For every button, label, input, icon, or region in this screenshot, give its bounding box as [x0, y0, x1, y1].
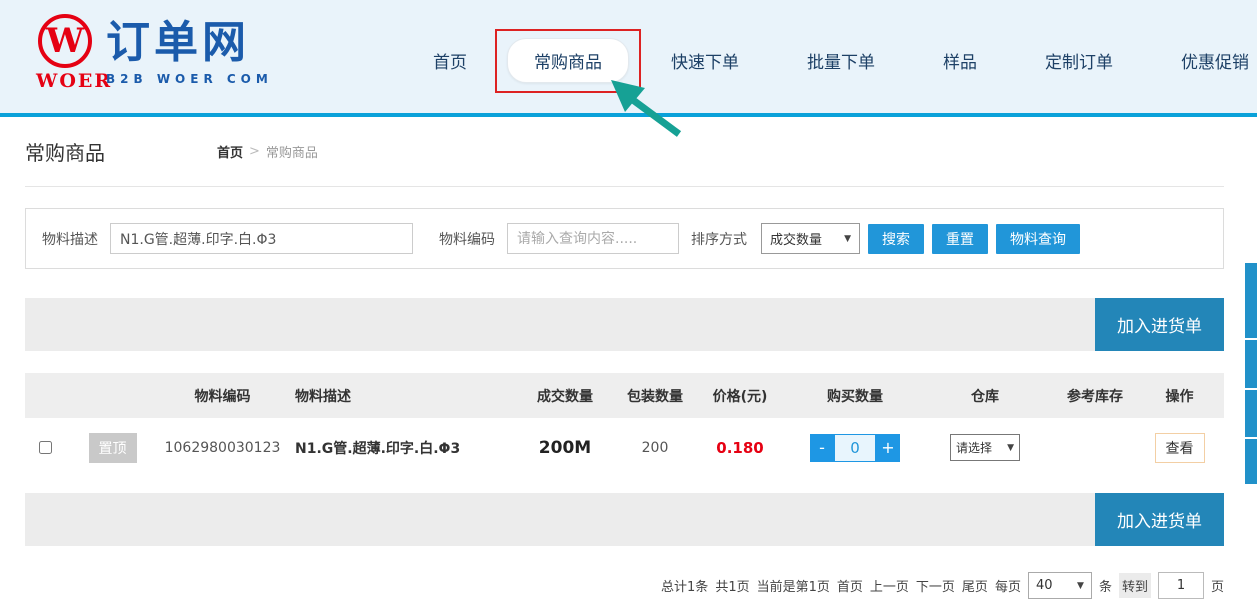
cell-deal-qty: 200M [505, 438, 625, 458]
site-name: 订单网 [106, 18, 273, 69]
header-material-code: 物料编码 [160, 386, 285, 406]
search-button[interactable]: 搜索 [868, 224, 924, 254]
nav-item-custom-order[interactable]: 定制订单 [1045, 48, 1113, 73]
nav-item-batch-order[interactable]: 批量下单 [807, 48, 875, 73]
cell-pack-qty: 200 [625, 440, 685, 456]
header-buy-qty: 购买数量 [795, 386, 915, 406]
pagination-last-link[interactable]: 尾页 [962, 576, 988, 595]
material-desc-input[interactable] [110, 223, 413, 254]
nav-item-frequent-products[interactable]: 常购商品 [507, 38, 629, 83]
goto-page-unit: 页 [1211, 576, 1224, 595]
material-query-button[interactable]: 物料查询 [996, 224, 1080, 254]
breadcrumb-home-link[interactable]: 首页 [217, 142, 243, 161]
main-nav: 首页 常购商品 快速下单 批量下单 样品 定制订单 优惠促销 [433, 38, 1249, 83]
cell-material-desc: N1.G管.超薄.印字.白.Φ3 [285, 438, 505, 458]
sort-by-value: 成交数量 [770, 229, 822, 248]
chevron-down-icon: ▼ [1077, 581, 1084, 591]
per-page-label: 每页 [995, 576, 1021, 595]
goto-page-label: 转到 [1119, 573, 1151, 598]
add-to-purchase-order-button-top[interactable]: 加入进货单 [1095, 298, 1224, 351]
quantity-decrease-button[interactable]: - [810, 434, 834, 462]
goto-page-input[interactable] [1158, 572, 1204, 599]
table-header-row: 物料编码 物料描述 成交数量 包装数量 价格(元) 购买数量 仓库 参考库存 操… [25, 373, 1224, 418]
quantity-value[interactable]: 0 [834, 434, 876, 462]
nav-item-promotions[interactable]: 优惠促销 [1181, 48, 1249, 73]
material-desc-label: 物料描述 [42, 229, 98, 249]
breadcrumb-current: 常购商品 [266, 142, 318, 161]
logo-word: WOER [36, 70, 94, 92]
floating-sidebar-tab[interactable] [1245, 263, 1257, 338]
quantity-increase-button[interactable]: + [876, 434, 900, 462]
page-title: 常购商品 [25, 137, 105, 166]
row-checkbox[interactable] [39, 441, 52, 454]
floating-sidebar [1245, 263, 1257, 484]
brand-logo[interactable]: W WOER 订单网 B2B WOER COM [36, 12, 273, 92]
nav-item-quick-order[interactable]: 快速下单 [671, 48, 739, 73]
pagination-next-link[interactable]: 下一页 [916, 576, 955, 595]
nav-item-samples[interactable]: 样品 [943, 48, 977, 73]
breadcrumb: 首页 > 常购商品 [217, 142, 318, 161]
search-filter-panel: 物料描述 物料编码 排序方式 成交数量 ▼ 搜索 重置 物料查询 [25, 208, 1224, 269]
woer-logo: W WOER [36, 12, 94, 92]
warehouse-select[interactable]: 请选择 ▼ [950, 434, 1020, 461]
chevron-down-icon: ▼ [1007, 443, 1014, 453]
logo-letter: W [46, 24, 84, 58]
action-bar-spacer [25, 493, 1095, 546]
cell-price: 0.180 [685, 439, 795, 457]
chevron-down-icon: ▼ [844, 234, 851, 244]
per-page-select[interactable]: 40 ▼ [1028, 572, 1092, 599]
material-code-input[interactable] [507, 223, 679, 254]
site-header: W WOER 订单网 B2B WOER COM 首页 常购商品 快速下单 批量下… [0, 0, 1257, 117]
per-page-value: 40 [1036, 578, 1053, 593]
pagination-first-link[interactable]: 首页 [837, 576, 863, 595]
header-ref-stock: 参考库存 [1055, 386, 1135, 406]
cell-material-code: 1062980030123 [160, 440, 285, 456]
view-button[interactable]: 查看 [1155, 433, 1205, 463]
sort-by-select[interactable]: 成交数量 ▼ [761, 223, 860, 254]
top-action-bar: 加入进货单 [25, 298, 1224, 351]
floating-sidebar-tab[interactable] [1245, 439, 1257, 484]
nav-item-home[interactable]: 首页 [433, 48, 467, 73]
warehouse-value: 请选择 [956, 439, 992, 456]
header-material-desc: 物料描述 [285, 386, 505, 406]
pagination-current: 当前是第1页 [757, 576, 830, 595]
floating-sidebar-tab[interactable] [1245, 390, 1257, 437]
add-to-purchase-order-button-bottom[interactable]: 加入进货单 [1095, 493, 1224, 546]
pagination-bar: 总计1条 共1页 当前是第1页 首页 上一页 下一页 尾页 每页 40 ▼ 条 … [25, 572, 1224, 599]
header-pack-qty: 包装数量 [625, 386, 685, 406]
action-bar-spacer [25, 298, 1095, 351]
bottom-action-bar: 加入进货单 [25, 493, 1224, 546]
per-page-unit: 条 [1099, 576, 1112, 595]
pin-to-top-button[interactable]: 置顶 [89, 433, 137, 463]
site-subtitle: B2B WOER COM [106, 72, 273, 86]
pagination-prev-link[interactable]: 上一页 [870, 576, 909, 595]
header-operation: 操作 [1135, 386, 1224, 406]
page-title-row: 常购商品 首页 > 常购商品 [25, 117, 1224, 187]
logo-circle-icon: W [38, 14, 92, 68]
pagination-pages: 共1页 [715, 576, 749, 595]
header-warehouse: 仓库 [915, 386, 1055, 406]
sort-by-label: 排序方式 [691, 229, 747, 249]
pagination-total: 总计1条 [661, 576, 708, 595]
header-price: 价格(元) [685, 386, 795, 406]
quantity-stepper: - 0 + [810, 434, 900, 462]
breadcrumb-separator: > [249, 144, 260, 159]
material-code-label: 物料编码 [439, 229, 495, 249]
table-row: 置顶 1062980030123 N1.G管.超薄.印字.白.Φ3 200M 2… [25, 418, 1224, 477]
floating-sidebar-tab[interactable] [1245, 340, 1257, 388]
reset-button[interactable]: 重置 [932, 224, 988, 254]
nav-item-frequent-products-wrap: 常购商品 [507, 38, 629, 83]
header-deal-qty: 成交数量 [505, 386, 625, 406]
